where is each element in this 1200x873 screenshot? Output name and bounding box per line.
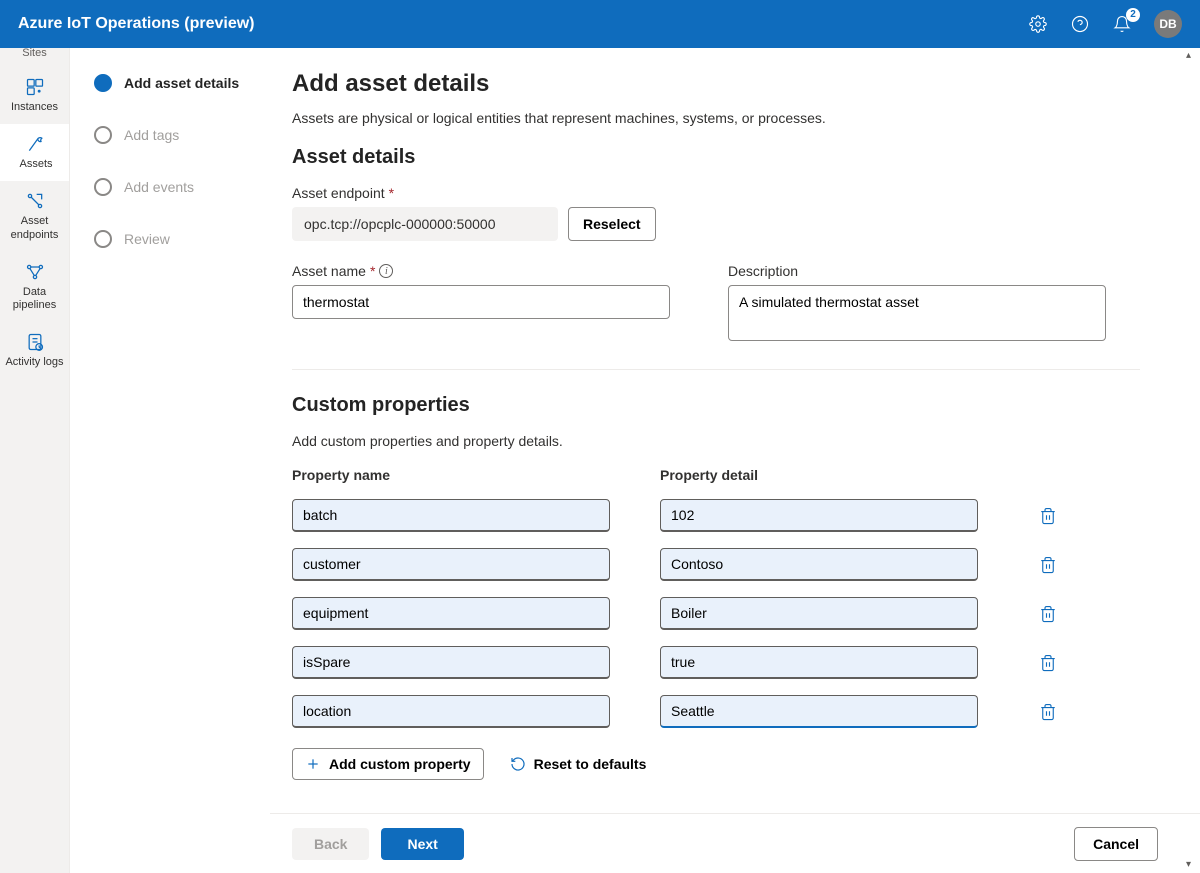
label-asset-name: Asset name * i — [292, 263, 670, 279]
help-icon[interactable] — [1070, 14, 1090, 34]
property-detail-input[interactable] — [660, 646, 978, 679]
wizard-step-review[interactable]: Review — [94, 230, 270, 248]
sidebar-truncated-label: Sites — [22, 48, 46, 59]
label-description: Description — [728, 263, 1106, 279]
property-name-input[interactable] — [292, 499, 610, 532]
col-header-property-detail: Property detail — [660, 467, 978, 483]
settings-icon[interactable] — [1028, 14, 1048, 34]
description-input[interactable]: A simulated thermostat asset — [728, 285, 1106, 341]
next-button[interactable]: Next — [381, 828, 463, 860]
wizard-step-add-tags[interactable]: Add tags — [94, 126, 270, 144]
reselect-button[interactable]: Reselect — [568, 207, 656, 241]
app-title: Azure IoT Operations (preview) — [18, 15, 254, 33]
cancel-button[interactable]: Cancel — [1074, 827, 1158, 861]
step-dot-icon — [94, 178, 112, 196]
section-custom-properties: Custom properties — [292, 394, 1140, 417]
topbar: Azure IoT Operations (preview) 2 DB — [0, 0, 1200, 48]
avatar[interactable]: DB — [1154, 10, 1182, 38]
plus-icon — [305, 756, 321, 772]
back-button: Back — [292, 828, 369, 860]
delete-property-button[interactable] — [1028, 698, 1068, 726]
sidebar-item-label: Activity logs — [5, 356, 63, 369]
info-icon[interactable]: i — [379, 264, 393, 278]
wizard-step-label: Review — [124, 231, 170, 247]
property-detail-input[interactable] — [660, 548, 978, 581]
sidebar-item-activity-logs[interactable]: Activity logs — [0, 322, 69, 379]
property-detail-input[interactable] — [660, 695, 978, 728]
reset-defaults-button[interactable]: Reset to defaults — [498, 748, 659, 780]
custom-properties-table: Property name Property detail — [292, 467, 1140, 728]
property-name-input[interactable] — [292, 695, 610, 728]
wizard-nav: Add asset details Add tags Add events Re… — [70, 48, 270, 873]
custom-props-description: Add custom properties and property detai… — [292, 433, 1140, 449]
asset-name-input[interactable] — [292, 285, 670, 319]
property-name-input[interactable] — [292, 597, 610, 630]
notifications-icon[interactable]: 2 — [1112, 14, 1132, 34]
sidebar-item-label: Instances — [11, 101, 58, 114]
scroll-down-indicator: ▾ — [1186, 859, 1198, 871]
wizard-step-label: Add asset details — [124, 75, 239, 91]
refresh-icon — [510, 756, 526, 772]
delete-property-button[interactable] — [1028, 649, 1068, 677]
scroll-up-indicator: ▴ — [1186, 50, 1198, 62]
property-detail-input[interactable] — [660, 597, 978, 630]
sidebar-item-data-pipelines[interactable]: Data pipelines — [0, 252, 69, 322]
page-description: Assets are physical or logical entities … — [292, 110, 1140, 126]
footer: Back Next Cancel — [270, 813, 1200, 873]
col-header-property-name: Property name — [292, 467, 610, 483]
asset-endpoint-input — [292, 207, 558, 241]
wizard-step-label: Add events — [124, 179, 194, 195]
notification-count-badge: 2 — [1126, 8, 1140, 22]
content: Add asset details Assets are physical or… — [270, 48, 1200, 813]
delete-property-button[interactable] — [1028, 502, 1068, 530]
property-name-input[interactable] — [292, 646, 610, 679]
property-name-input[interactable] — [292, 548, 610, 581]
required-marker: * — [389, 185, 394, 201]
sidebar-item-label: Asset endpoints — [4, 215, 65, 241]
sidebar-item-label: Data pipelines — [4, 286, 65, 312]
section-asset-details: Asset details — [292, 146, 1140, 169]
step-dot-icon — [94, 126, 112, 144]
wizard-step-asset-details[interactable]: Add asset details — [94, 74, 270, 92]
property-detail-input[interactable] — [660, 499, 978, 532]
required-marker: * — [370, 263, 375, 279]
sidebar-item-assets[interactable]: Assets — [0, 124, 69, 181]
sidebar-item-label: Assets — [19, 158, 52, 171]
sidebar-item-asset-endpoints[interactable]: Asset endpoints — [0, 181, 69, 251]
sidebar: Sites Instances Assets Asset endpoints D… — [0, 48, 69, 873]
step-dot-icon — [94, 230, 112, 248]
delete-property-button[interactable] — [1028, 551, 1068, 579]
page-title: Add asset details — [292, 70, 1140, 98]
step-dot-icon — [94, 74, 112, 92]
main: ▴ ▾ Add asset details Add tags Add event… — [69, 48, 1200, 873]
add-custom-property-button[interactable]: Add custom property — [292, 748, 484, 780]
sidebar-item-instances[interactable]: Instances — [0, 67, 69, 124]
label-asset-endpoint: Asset endpoint * — [292, 185, 1140, 201]
delete-property-button[interactable] — [1028, 600, 1068, 628]
divider — [292, 369, 1140, 370]
topbar-actions: 2 DB — [1028, 10, 1182, 38]
wizard-step-add-events[interactable]: Add events — [94, 178, 270, 196]
wizard-step-label: Add tags — [124, 127, 179, 143]
